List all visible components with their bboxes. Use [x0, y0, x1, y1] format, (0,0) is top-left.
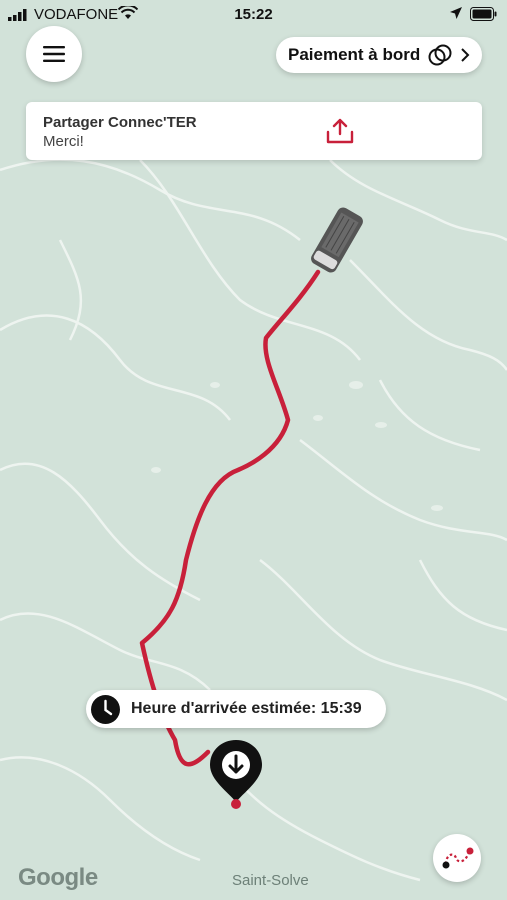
share-title: Partager Connec'TER [43, 114, 197, 131]
share-subtitle: Merci! [43, 133, 84, 150]
hamburger-icon [43, 46, 65, 62]
payment-on-board-button[interactable]: Paiement à bord [276, 37, 482, 73]
destination-pin-icon[interactable] [208, 738, 264, 810]
clock-icon [91, 695, 120, 724]
menu-button[interactable] [26, 26, 82, 82]
chevron-right-icon [461, 48, 470, 62]
coins-icon [428, 44, 452, 66]
map-place-label: Saint-Solve [232, 872, 309, 889]
share-card[interactable]: Partager Connec'TER Merci! [26, 102, 482, 160]
location-arrow-icon [450, 7, 462, 19]
google-attribution: Google [18, 864, 98, 891]
battery-icon [470, 7, 497, 21]
eta-pill: Heure d'arrivée estimée: 15:39 [86, 690, 386, 728]
status-bar: VODAFONE 15:22 [0, 0, 507, 28]
route-icon [442, 847, 474, 869]
route-button[interactable] [433, 834, 481, 882]
payment-label: Paiement à bord [288, 45, 421, 64]
clock-time: 15:22 [234, 6, 273, 23]
share-upload-icon[interactable] [326, 118, 354, 144]
eta-text: Heure d'arrivée estimée: 15:39 [131, 700, 362, 717]
